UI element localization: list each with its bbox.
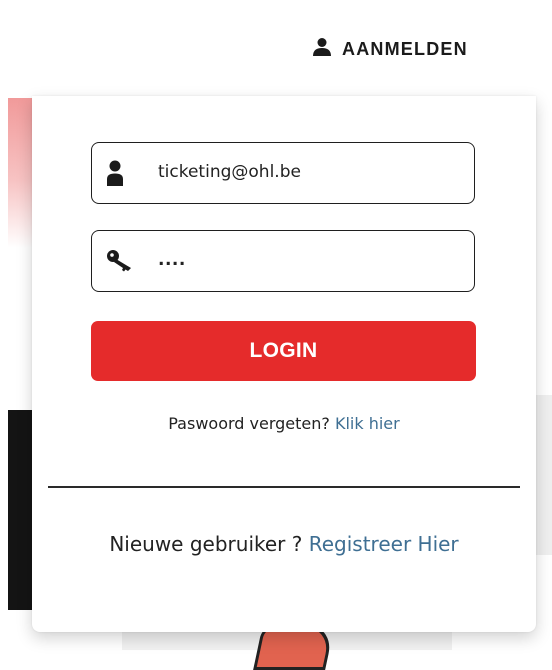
divider	[48, 486, 520, 488]
login-dropdown: ticketing@ohl.be .... LOGIN Paswoord ver…	[32, 96, 536, 632]
signin-menu-toggle[interactable]: AANMELDEN	[312, 34, 468, 64]
background-edge	[536, 395, 552, 555]
user-icon	[106, 160, 124, 190]
email-field[interactable]: ticketing@ohl.be	[91, 142, 475, 204]
signin-label: AANMELDEN	[342, 38, 468, 59]
key-icon	[106, 248, 136, 276]
password-value: ....	[158, 250, 186, 270]
forgot-password-text: Paswoord vergeten?	[168, 414, 330, 433]
email-value: ticketing@ohl.be	[158, 162, 301, 182]
password-field[interactable]: ....	[91, 230, 475, 292]
new-user-text: Nieuwe gebruiker ?	[109, 532, 303, 556]
user-icon	[312, 37, 332, 61]
register-link[interactable]: Registreer Hier	[309, 532, 459, 556]
forgot-password-link[interactable]: Klik hier	[335, 414, 400, 433]
background-panel	[8, 410, 34, 610]
background-banner	[8, 98, 34, 248]
new-user-line: Nieuwe gebruiker ? Registreer Hier	[32, 532, 536, 556]
forgot-password-line: Paswoord vergeten? Klik hier	[32, 414, 536, 433]
login-button[interactable]: LOGIN	[91, 321, 476, 381]
